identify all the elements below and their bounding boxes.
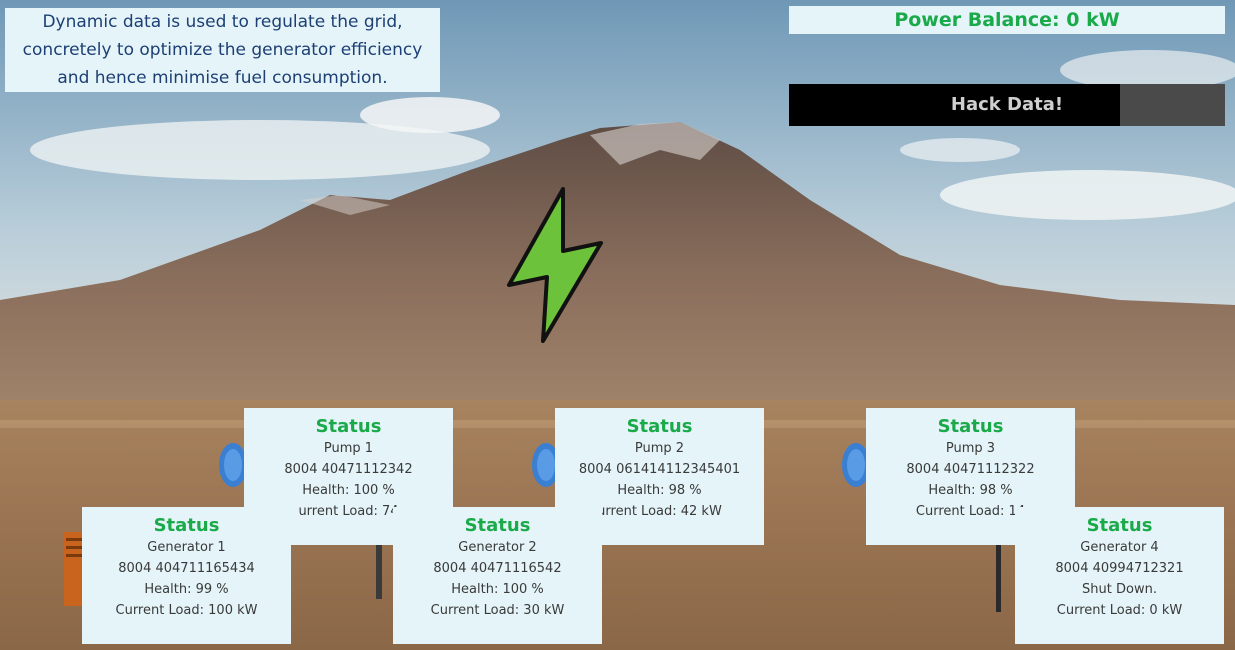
pump-icon	[219, 443, 245, 487]
generator-2-status-card: Status Generator 2 8004 40471116542 Heal…	[393, 507, 602, 644]
info-description: Dynamic data is used to regulate the gri…	[5, 8, 440, 92]
power-balance: Power Balance: 0 kW	[789, 6, 1225, 34]
generator-name: Generator 1	[147, 540, 226, 555]
generator-health: Shut Down.	[1082, 582, 1157, 597]
pump-name: Pump 1	[323, 441, 374, 456]
pump-id: 8004 40471112322	[906, 462, 1035, 477]
status-title: Status	[1086, 515, 1153, 536]
status-title: Status	[937, 416, 1004, 437]
pump-name: Pump 3	[945, 441, 996, 456]
generator-name: Generator 2	[458, 540, 537, 555]
status-title: Status	[315, 416, 382, 437]
pump-health: Health: 100 %	[302, 483, 395, 498]
status-title: Status	[153, 515, 220, 536]
pump-health: Health: 98 %	[617, 483, 702, 498]
generator-4-status-card: Status Generator 4 8004 40994712321 Shut…	[1015, 507, 1224, 644]
generator-load: Current Load: 100 kW	[115, 603, 258, 618]
generator-icon	[64, 532, 84, 606]
hack-data-label: Hack Data!	[950, 94, 1064, 115]
pump-name: Pump 2	[634, 441, 685, 456]
generator-id: 8004 40994712321	[1055, 561, 1184, 576]
lightning-bolt-icon	[507, 187, 603, 343]
generator-load: Current Load: 0 kW	[1056, 603, 1183, 618]
generator-id: 8004 40471116542	[433, 561, 562, 576]
pump-icon	[842, 443, 868, 487]
pump-id: 8004 061414112345401	[578, 462, 741, 477]
status-title: Status	[464, 515, 531, 536]
generator-health: Health: 100 %	[451, 582, 544, 597]
generator-health: Health: 99 %	[144, 582, 229, 597]
pump-id: 8004 40471112342	[284, 462, 413, 477]
generator-load: Current Load: 30 kW	[430, 603, 565, 618]
status-title: Status	[626, 416, 693, 437]
generator-1-status-card: Status Generator 1 8004 404711165434 Hea…	[82, 507, 291, 644]
generator-name: Generator 4	[1080, 540, 1159, 555]
generator-id: 8004 404711165434	[118, 561, 255, 576]
hack-data-button[interactable]: Hack Data!	[789, 84, 1225, 126]
pump-health: Health: 98 %	[928, 483, 1013, 498]
pump-icon	[532, 443, 558, 487]
